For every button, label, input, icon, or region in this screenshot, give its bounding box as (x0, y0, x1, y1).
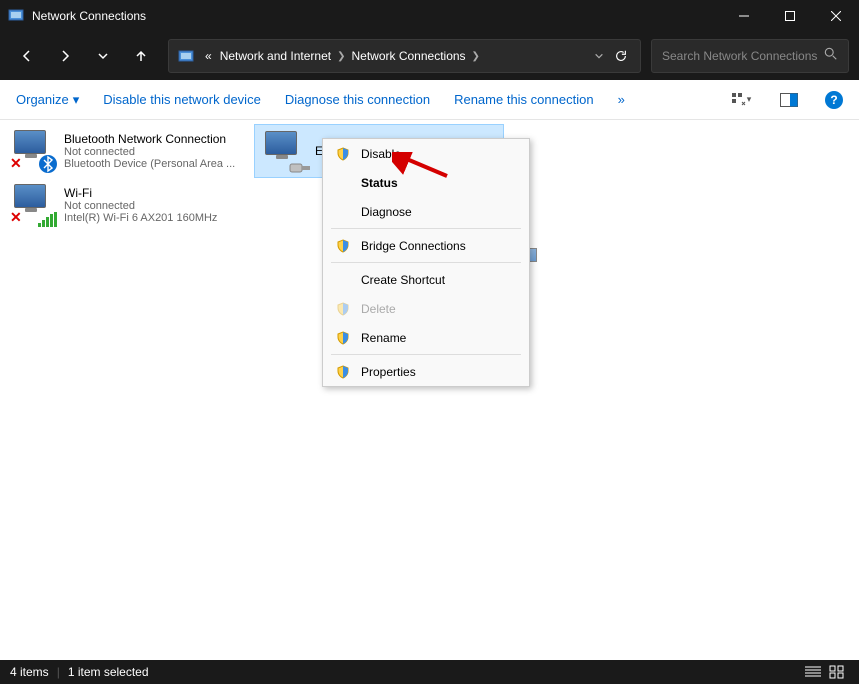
search-placeholder: Search Network Connections (662, 49, 824, 63)
diagnose-button[interactable]: Diagnose this connection (285, 92, 430, 107)
shield-icon (335, 238, 351, 254)
toolbar-overflow[interactable]: » (618, 92, 625, 107)
selected-count: 1 item selected (68, 665, 149, 679)
maximize-button[interactable] (767, 0, 813, 32)
preview-pane-button[interactable] (777, 88, 801, 112)
breadcrumb-separator: ❯ (470, 51, 482, 62)
back-button[interactable] (10, 39, 44, 73)
menu-separator (331, 354, 521, 355)
wifi-adapter-icon: ✕ (10, 182, 58, 228)
shield-icon (335, 364, 351, 380)
disconnected-icon: ✕ (10, 155, 22, 172)
connection-status: Not connected (64, 200, 217, 212)
connection-status: Not connected (64, 146, 235, 158)
breadcrumb-item[interactable]: Network Connections (347, 49, 469, 63)
address-bar[interactable]: « Network and Internet ❯ Network Connect… (168, 39, 641, 73)
context-delete: Delete (323, 294, 529, 323)
rename-button[interactable]: Rename this connection (454, 92, 593, 107)
context-status[interactable]: Status (323, 168, 529, 197)
status-separator: | (49, 665, 68, 679)
recent-dropdown[interactable] (86, 39, 120, 73)
icons-view-button[interactable] (825, 665, 849, 679)
breadcrumb-separator: ❯ (335, 51, 347, 62)
menu-separator (331, 262, 521, 263)
context-properties[interactable]: Properties (323, 357, 529, 386)
close-button[interactable] (813, 0, 859, 32)
minimize-button[interactable] (721, 0, 767, 32)
connection-name: Bluetooth Network Connection (64, 132, 235, 146)
address-dropdown[interactable] (588, 45, 610, 67)
forward-button[interactable] (48, 39, 82, 73)
chevron-down-icon: ▾ (73, 92, 80, 108)
command-toolbar: Organize ▾ Disable this network device D… (0, 80, 859, 120)
context-create-shortcut[interactable]: Create Shortcut (323, 265, 529, 294)
context-bridge[interactable]: Bridge Connections (323, 231, 529, 260)
up-button[interactable] (124, 39, 158, 73)
location-icon (177, 47, 195, 65)
view-options-button[interactable]: ▾ (729, 88, 753, 112)
context-menu: Disable Status Diagnose Bridge Connectio… (322, 138, 530, 387)
shield-icon (335, 330, 351, 346)
navigation-bar: « Network and Internet ❯ Network Connect… (0, 32, 859, 80)
window-title: Network Connections (32, 9, 721, 23)
refresh-button[interactable] (610, 45, 632, 67)
shield-icon (335, 301, 351, 317)
disable-device-button[interactable]: Disable this network device (103, 92, 261, 107)
context-rename[interactable]: Rename (323, 323, 529, 352)
menu-separator (331, 228, 521, 229)
item-count: 4 items (10, 665, 49, 679)
connection-device: Intel(R) Wi-Fi 6 AX201 160MHz (64, 212, 217, 224)
search-icon (824, 47, 838, 66)
connection-item-wifi[interactable]: ✕ Wi-Fi Not connected Intel(R) Wi-Fi 6 A… (4, 178, 254, 232)
breadcrumb-prefix: « (201, 49, 216, 63)
status-bar: 4 items | 1 item selected (0, 660, 859, 684)
connection-name: Wi-Fi (64, 186, 217, 200)
organize-menu[interactable]: Organize ▾ (16, 92, 79, 108)
details-view-button[interactable] (801, 665, 825, 679)
titlebar: Network Connections (0, 0, 859, 32)
connection-item-bluetooth[interactable]: ✕ Bluetooth Network Connection Not conne… (4, 124, 254, 178)
context-disable[interactable]: Disable (323, 139, 529, 168)
ethernet-adapter-icon (261, 129, 309, 175)
context-diagnose[interactable]: Diagnose (323, 197, 529, 226)
bluetooth-adapter-icon: ✕ (10, 128, 58, 174)
search-box[interactable]: Search Network Connections (651, 39, 849, 73)
connection-device: Bluetooth Device (Personal Area ... (64, 158, 235, 170)
app-icon (8, 8, 24, 24)
disconnected-icon: ✕ (10, 209, 22, 226)
help-button[interactable]: ? (825, 91, 843, 109)
breadcrumb-item[interactable]: Network and Internet (216, 49, 335, 63)
shield-icon (335, 146, 351, 162)
